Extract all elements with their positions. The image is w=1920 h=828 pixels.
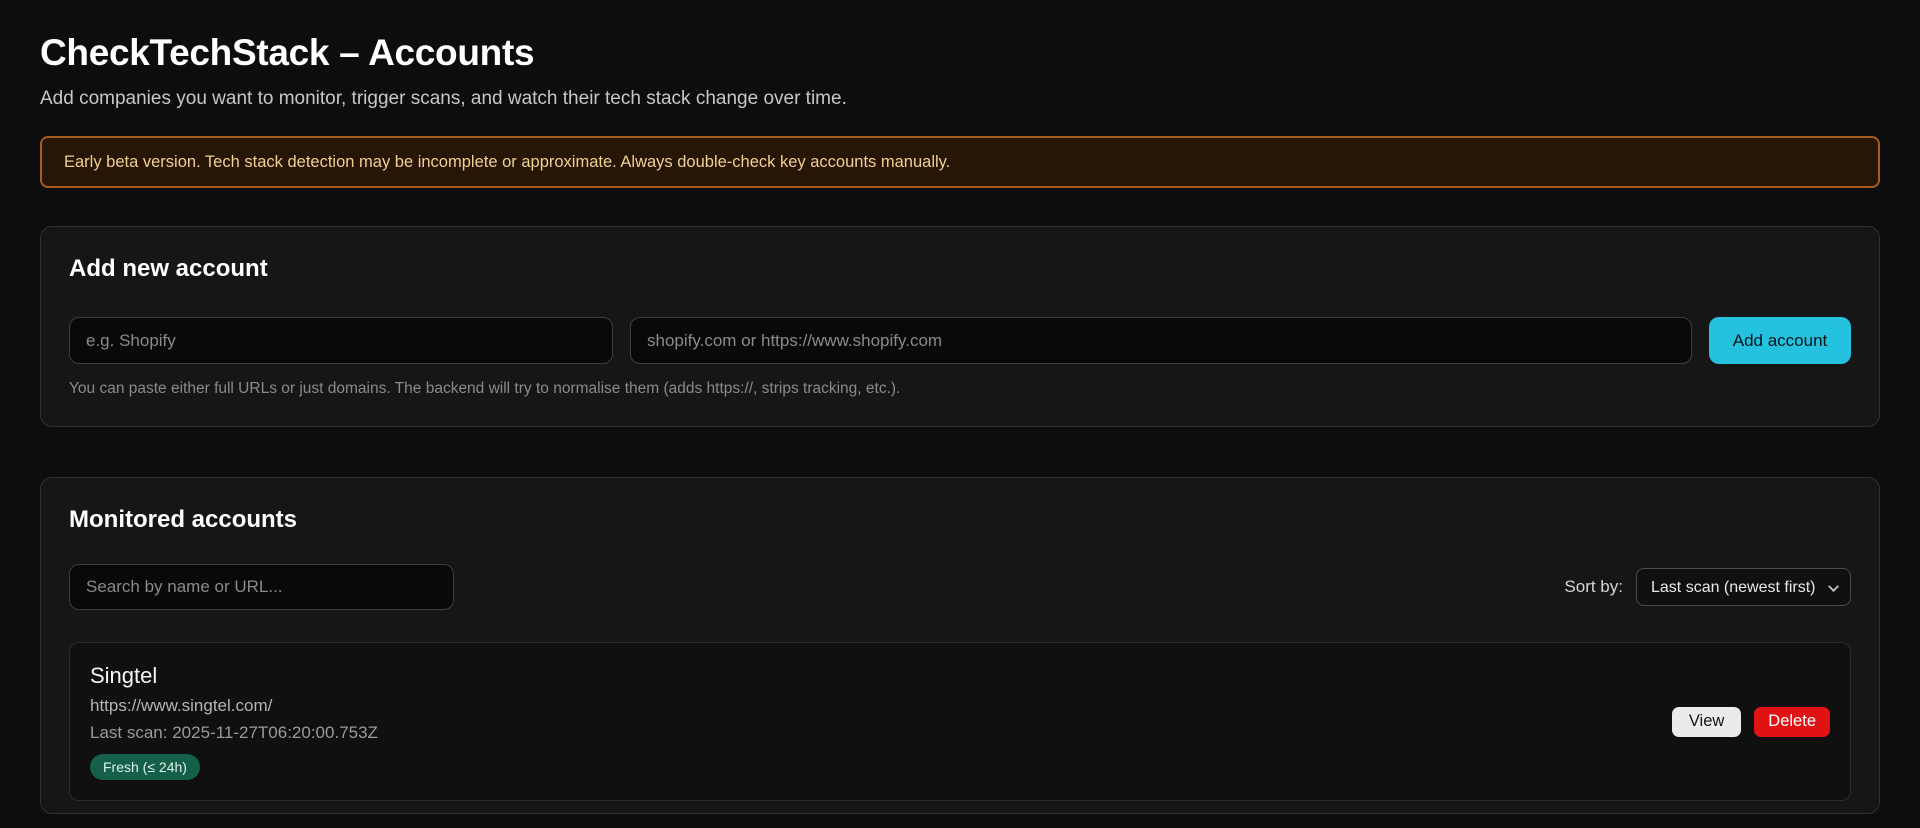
account-url: https://www.singtel.com/	[90, 696, 273, 715]
account-row: Singtel https://www.singtel.com/ Last sc…	[69, 642, 1851, 801]
account-last-scan: Last scan: 2025-11-27T06:20:00.753Z	[90, 723, 378, 742]
freshness-badge: Fresh (≤ 24h)	[90, 754, 200, 780]
add-account-form-row: Add account	[69, 317, 1851, 364]
monitored-filter-row: Sort by: Last scan (newest first)	[69, 564, 1851, 610]
account-url-input[interactable]	[630, 317, 1692, 364]
account-actions: View Delete	[1671, 706, 1830, 737]
search-input[interactable]	[69, 564, 454, 610]
page-subtitle: Add companies you want to monitor, trigg…	[40, 88, 847, 109]
page-title: CheckTechStack – Accounts	[40, 32, 535, 73]
page-root: CheckTechStack – Accounts Add companies …	[0, 0, 1920, 814]
add-account-button[interactable]: Add account	[1709, 317, 1851, 364]
beta-warning-banner: Early beta version. Tech stack detection…	[40, 136, 1880, 188]
sort-select[interactable]: Last scan (newest first)	[1636, 568, 1851, 606]
sort-group: Sort by: Last scan (newest first)	[1564, 568, 1851, 606]
account-info: Singtel https://www.singtel.com/ Last sc…	[90, 663, 378, 780]
beta-warning-text: Early beta version. Tech stack detection…	[64, 152, 951, 171]
add-account-helper-text: You can paste either full URLs or just d…	[69, 380, 901, 397]
delete-button[interactable]: Delete	[1754, 706, 1830, 737]
monitored-accounts-section: Monitored accounts Sort by: Last scan (n…	[40, 477, 1880, 814]
account-name: Singtel	[90, 663, 158, 688]
monitored-accounts-heading: Monitored accounts	[69, 506, 298, 533]
sort-select-wrap: Last scan (newest first)	[1636, 568, 1851, 606]
view-button[interactable]: View	[1671, 706, 1742, 737]
add-account-heading: Add new account	[69, 255, 268, 282]
sort-by-label: Sort by:	[1564, 577, 1623, 596]
add-account-section: Add new account Add account You can past…	[40, 226, 1880, 427]
account-name-input[interactable]	[69, 317, 613, 364]
